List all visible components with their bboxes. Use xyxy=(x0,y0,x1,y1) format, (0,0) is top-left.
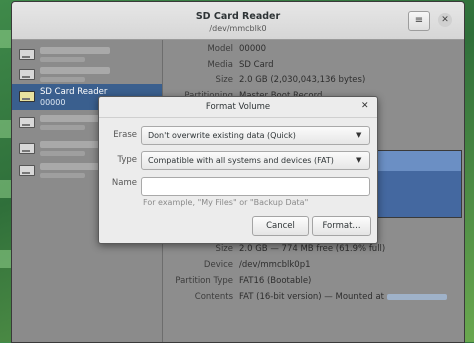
name-input[interactable] xyxy=(141,177,370,196)
cancel-button[interactable]: Cancel xyxy=(252,216,309,236)
erase-select-value: Don't overwrite existing data (Quick) xyxy=(148,131,296,140)
drive-icon xyxy=(19,143,35,154)
redacted-text xyxy=(40,173,85,178)
type-select[interactable]: Compatible with all systems and devices … xyxy=(141,151,370,170)
window-title: SD Card Reader xyxy=(195,11,281,22)
partition-type-label: Partition Type xyxy=(175,276,233,286)
hamburger-icon[interactable]: ≡ xyxy=(408,11,430,31)
redacted-text xyxy=(40,125,85,130)
window-subtitle: /dev/mmcblk0 xyxy=(209,24,267,33)
redacted-text xyxy=(40,67,110,74)
erase-select[interactable]: Don't overwrite existing data (Quick) ▼ xyxy=(141,126,370,145)
format-button[interactable]: Format... xyxy=(312,216,371,236)
sd-card-icon xyxy=(19,91,35,102)
size-label: Size xyxy=(215,75,233,85)
model-value: 00000 xyxy=(239,44,267,54)
device-size: 00000 xyxy=(40,98,66,107)
erase-label: Erase xyxy=(113,130,137,140)
drive-icon xyxy=(19,165,35,176)
device-name: SD Card Reader xyxy=(40,87,108,97)
device-label: Device xyxy=(203,260,233,270)
contents-value: FAT (16-bit version) — Mounted at xyxy=(239,292,448,302)
format-volume-dialog: Format Volume ✕ Erase Don't overwrite ex… xyxy=(98,96,378,244)
type-select-value: Compatible with all systems and devices … xyxy=(148,156,334,165)
partition-type-value: FAT16 (Bootable) xyxy=(239,276,312,286)
volume-size-label: Size xyxy=(215,244,233,254)
titlebar: SD Card Reader /dev/mmcblk0 ≡ ✕ xyxy=(12,2,464,40)
name-hint: For example, "My Files" or "Backup Data" xyxy=(143,198,309,207)
contents-text: FAT (16-bit version) — Mounted at xyxy=(239,292,385,302)
drive-icon xyxy=(19,69,35,80)
name-label: Name xyxy=(111,178,137,188)
dropdown-arrow-icon: ▼ xyxy=(356,131,362,139)
contents-label: Contents xyxy=(194,292,233,302)
drive-icon xyxy=(19,49,35,60)
device-value: /dev/mmcblk0p1 xyxy=(239,260,311,270)
redacted-text xyxy=(40,47,110,54)
type-label: Type xyxy=(117,155,137,165)
close-icon[interactable]: ✕ xyxy=(438,13,452,27)
model-label: Model xyxy=(207,44,233,54)
redacted-text xyxy=(40,151,85,156)
volume-size-value: 2.0 GB — 774 MB free (61.9% full) xyxy=(239,244,386,254)
redacted-mount-path xyxy=(387,293,448,300)
dropdown-arrow-icon: ▼ xyxy=(356,156,362,164)
redacted-text xyxy=(40,77,85,82)
dialog-title: Format Volume xyxy=(99,97,377,118)
size-value: 2.0 GB (2,030,043,136 bytes) xyxy=(239,75,366,85)
media-label: Media xyxy=(207,60,233,70)
media-value: SD Card xyxy=(239,60,274,70)
drive-icon xyxy=(19,117,35,128)
close-icon[interactable]: ✕ xyxy=(361,101,369,111)
